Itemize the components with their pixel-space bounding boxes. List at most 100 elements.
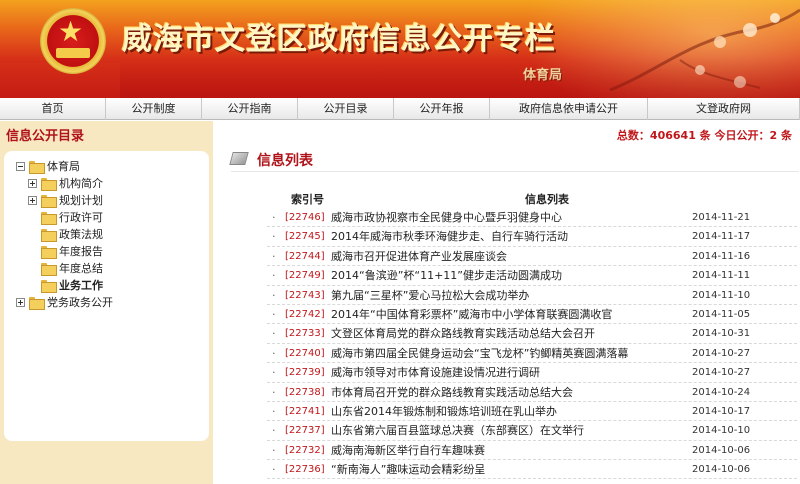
collapse-icon[interactable]: [16, 162, 25, 171]
index-number: [22746]: [285, 212, 325, 223]
index-number: [22744]: [285, 250, 325, 262]
list-item: · [22733] 文登区体育局党的群众路线教育实践活动总结大会召开 2014-10-…: [267, 324, 797, 344]
publish-date: 2014-11-10: [692, 289, 751, 301]
section-title: 信息列表: [257, 153, 313, 169]
info-title-link[interactable]: 文登区体育局党的群众路线教育实践活动总结大会召开: [331, 324, 595, 343]
tree-item-label[interactable]: 行政许可: [59, 209, 103, 226]
main-nav: 首页 公开制度 公开指南 公开目录 公开年报 政府信息依申请公开 文登政府网: [0, 98, 800, 120]
publish-date: 2014-11-05: [692, 308, 751, 320]
tree-item-label[interactable]: 机构简介: [59, 175, 103, 192]
nav-item-0[interactable]: 首页: [0, 98, 106, 120]
tree-item[interactable]: 政策法规: [4, 226, 209, 243]
expand-icon[interactable]: [16, 298, 25, 307]
expand-icon[interactable]: [28, 196, 37, 205]
folder-icon: [41, 280, 57, 293]
bullet-icon: ·: [272, 424, 276, 438]
bullet-icon: ·: [272, 443, 276, 457]
tree-item-label[interactable]: 年度报告: [59, 243, 103, 260]
publish-date: 2014-10-10: [692, 425, 751, 437]
nav-item-2[interactable]: 公开指南: [202, 98, 298, 120]
nav-item-6[interactable]: 文登政府网: [648, 98, 800, 120]
publish-date: 2014-10-06: [692, 464, 751, 476]
bullet-icon: ·: [272, 385, 276, 399]
tree-item[interactable]: 规划计划: [4, 192, 209, 209]
tree-item-label[interactable]: 党务政务公开: [47, 294, 113, 311]
tree-item[interactable]: 机构简介: [4, 175, 209, 192]
list-icon: [229, 152, 249, 165]
index-number: [22749]: [285, 270, 325, 282]
info-title-link[interactable]: 2014年“中国体育彩票杯”威海市中小学体育联赛圆满收官: [331, 305, 612, 324]
bullet-icon: ·: [272, 288, 276, 302]
info-title-link[interactable]: 威海市第四届全民健身运动会“宝飞龙杯”钓鲫精英赛圆满落幕: [331, 344, 628, 363]
bullet-icon: ·: [272, 327, 276, 341]
tree-item-label[interactable]: 业务工作: [59, 277, 103, 294]
list-item: · [22740] 威海市第四届全民健身运动会“宝飞龙杯”钓鲫精英赛圆满落幕 2014…: [267, 344, 797, 364]
list-item: · [22742] 2014年“中国体育彩票杯”威海市中小学体育联赛圆满收官 2014…: [267, 305, 797, 325]
bullet-icon: ·: [272, 307, 276, 321]
info-list: · [22746] 威海市政协视察市全民健身中心暨乒羽健身中心 2014-11-21 ·…: [267, 208, 797, 480]
tree-item-label[interactable]: 年度总结: [59, 260, 103, 277]
tree-item[interactable]: 体育局: [4, 158, 209, 175]
folder-icon: [41, 212, 57, 225]
directory-tree: 体育局 机构简介 规划计划 行政许可 政策法规 年度报告 年度总结 业务工作 党务政务公开: [4, 151, 209, 441]
tree-item-label[interactable]: 体育局: [47, 158, 80, 175]
nav-item-4[interactable]: 公开年报: [394, 98, 490, 120]
header-banner: ★ 威海市文登区政府信息公开专栏 体育局: [0, 0, 800, 98]
nav-item-3[interactable]: 公开目录: [298, 98, 394, 120]
info-title-link[interactable]: “新南海人”趣味运动会精彩纷呈: [331, 460, 485, 479]
publish-date: 2014-10-27: [692, 347, 751, 359]
list-item: · [22737] 山东省第六届百县篮球总决赛（东部赛区）在文举行 2014-10-1…: [267, 421, 797, 441]
publish-date: 2014-11-16: [692, 250, 751, 262]
folder-icon: [41, 195, 57, 208]
info-title-link[interactable]: 威海南海新区举行自行车趣味赛: [331, 441, 485, 460]
sidebar: 信息公开目录 体育局 机构简介 规划计划 行政许可 政策法规 年度报告 年度总结 业务工作 党务…: [0, 121, 213, 484]
list-item: · [22749] 2014“鲁滨逊”杯“11+11”健步走活动圆满成功 2014-1…: [267, 266, 797, 286]
index-number: [22739]: [285, 367, 325, 379]
folder-icon: [41, 246, 57, 259]
list-item: · [22732] 威海南海新区举行自行车趣味赛 2014-10-06: [267, 441, 797, 461]
list-item: · [22744] 威海市召开促进体育产业发展座谈会 2014-11-16: [267, 247, 797, 267]
index-number: [22737]: [285, 425, 325, 437]
expand-icon[interactable]: [28, 179, 37, 188]
folder-icon: [41, 178, 57, 191]
index-number: [22741]: [285, 405, 325, 417]
info-title-link[interactable]: 第九届“三星杯”爱心马拉松大会成功举办: [331, 286, 529, 305]
publish-date: 2014-11-11: [692, 270, 751, 282]
table-header: 索引号 信息列表: [267, 191, 787, 207]
list-item: · [22743] 第九届“三星杯”爱心马拉松大会成功举办 2014-11-10: [267, 286, 797, 305]
bullet-icon: ·: [272, 211, 276, 224]
bullet-icon: ·: [272, 463, 276, 477]
list-item: · [22736] “新南海人”趣味运动会精彩纷呈 2014-10-06: [267, 460, 797, 480]
info-title-link[interactable]: 2014年威海市秋季环海健步走、自行车骑行活动: [331, 227, 568, 246]
tree-item[interactable]: 业务工作: [4, 277, 209, 294]
publish-date: 2014-11-17: [692, 231, 751, 243]
bullet-icon: ·: [272, 230, 276, 244]
bullet-icon: ·: [272, 346, 276, 360]
tree-item[interactable]: 年度总结: [4, 260, 209, 277]
info-title-link[interactable]: 山东省2014年锻炼制和锻炼培训班在乳山举办: [331, 402, 557, 421]
site-title: 威海市文登区政府信息公开专栏: [122, 22, 556, 57]
nav-item-5[interactable]: 政府信息依申请公开: [490, 98, 648, 120]
list-item: · [22745] 2014年威海市秋季环海健步走、自行车骑行活动 2014-11-1…: [267, 227, 797, 247]
nav-item-1[interactable]: 公开制度: [106, 98, 202, 120]
plum-blossom-decoration: [609, 8, 800, 92]
bullet-icon: ·: [272, 366, 276, 380]
info-title-link[interactable]: 市体育局召开党的群众路线教育实践活动总结大会: [331, 383, 573, 402]
info-title-link[interactable]: 威海市领导对市体育设施建设情况进行调研: [331, 363, 540, 382]
tree-item-label[interactable]: 规划计划: [59, 192, 103, 209]
list-item: · [22738] 市体育局召开党的群众路线教育实践活动总结大会 2014-10-24: [267, 383, 797, 402]
info-title-link[interactable]: 山东省第六届百县篮球总决赛（东部赛区）在文举行: [331, 421, 584, 440]
bullet-icon: ·: [272, 269, 276, 283]
folder-icon: [41, 229, 57, 242]
publish-date: 2014-10-31: [692, 328, 751, 340]
tree-item[interactable]: 党务政务公开: [4, 294, 209, 311]
tree-item[interactable]: 行政许可: [4, 209, 209, 226]
info-title-link[interactable]: 威海市召开促进体育产业发展座谈会: [331, 247, 507, 266]
publish-date: 2014-10-24: [692, 386, 751, 398]
info-title-link[interactable]: 2014“鲁滨逊”杯“11+11”健步走活动圆满成功: [331, 266, 562, 285]
tree-item-label[interactable]: 政策法规: [59, 226, 103, 243]
info-title-link[interactable]: 威海市政协视察市全民健身中心暨乒羽健身中心: [331, 208, 562, 227]
index-number: [22742]: [285, 308, 325, 320]
tree-item[interactable]: 年度报告: [4, 243, 209, 260]
department-name: 体育局: [523, 68, 563, 83]
